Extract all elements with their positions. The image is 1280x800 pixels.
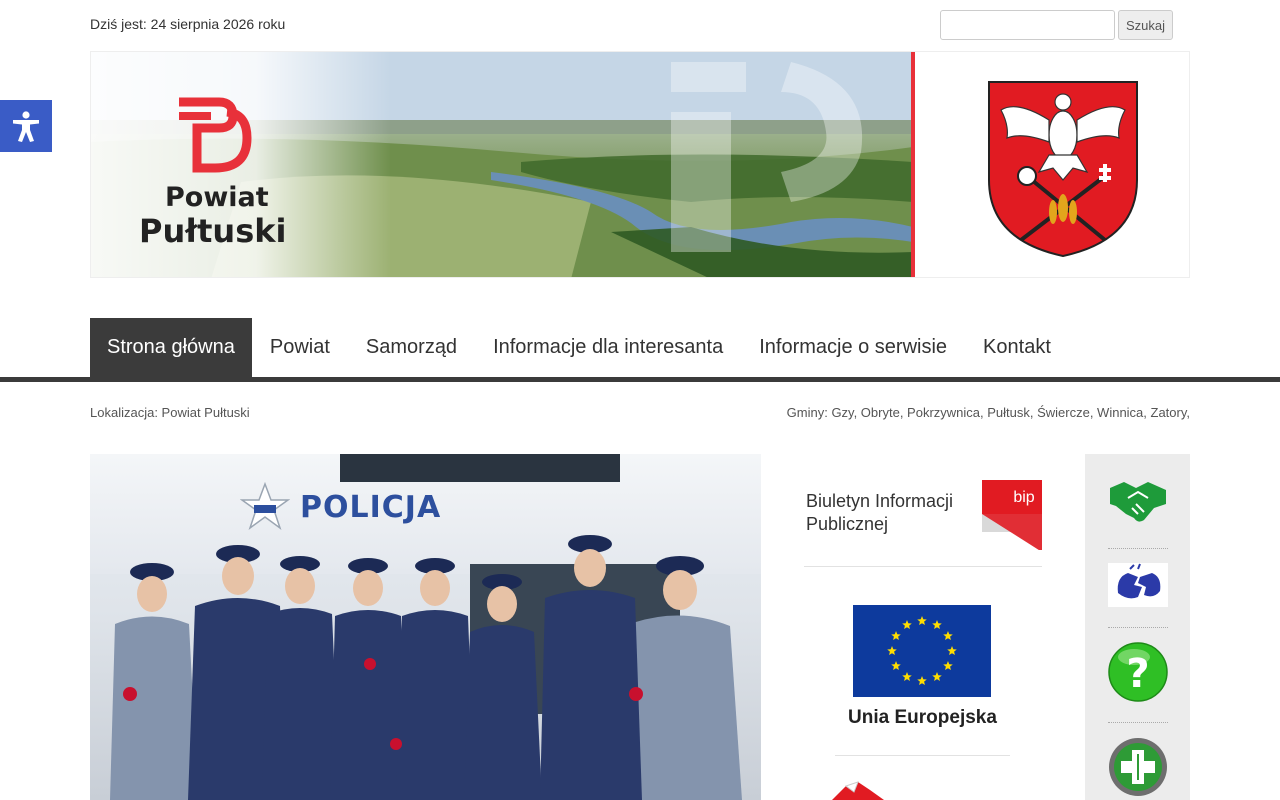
eu-star xyxy=(887,646,897,656)
nav-item-samorzad[interactable]: Samorząd xyxy=(348,318,475,377)
nav-item-strona-glowna[interactable]: Strona główna xyxy=(90,318,252,377)
bip-label: Biuletyn Informacji Publicznej xyxy=(806,490,953,535)
news-photo[interactable]: POLICJA xyxy=(90,454,761,800)
nav-item-kontakt[interactable]: Kontakt xyxy=(965,318,1069,377)
eu-star xyxy=(947,646,957,656)
bip-label-line2: Publicznej xyxy=(806,513,889,534)
powiat-logo-text: Powiat Pułtuski xyxy=(139,184,286,247)
eu-star xyxy=(891,631,901,641)
sidebar-separator xyxy=(1108,548,1168,549)
eu-flag xyxy=(853,605,991,697)
svg-text:?: ? xyxy=(1126,651,1149,697)
accessibility-person-icon xyxy=(13,111,39,142)
bip-badge-text: bip xyxy=(1013,489,1034,506)
sidebar-separator xyxy=(1108,627,1168,628)
date-text: Dziś jest: 24 sierpnia 2026 roku xyxy=(90,16,286,32)
header-banner: Powiat Pułtuski xyxy=(90,51,1190,278)
eu-star xyxy=(932,671,942,682)
sidebar-separator xyxy=(1108,722,1168,723)
link-divider-2 xyxy=(835,755,1010,756)
eu-star xyxy=(917,676,927,686)
eu-label: Unia Europejska xyxy=(848,707,997,728)
eu-link[interactable]: Unia Europejska xyxy=(835,590,1010,740)
right-sidebar: ? xyxy=(1085,454,1190,800)
eu-star xyxy=(902,671,912,682)
banner-divider xyxy=(911,52,915,277)
sign-language-icon xyxy=(1117,563,1161,599)
logo-line-pultuski: Pułtuski xyxy=(139,212,287,250)
officers-group xyxy=(110,535,742,800)
eu-star xyxy=(902,620,912,630)
breadcrumb: Lokalizacja: Powiat Pułtuski xyxy=(90,405,250,420)
eu-star xyxy=(917,616,927,626)
powiat-logo-icon xyxy=(179,97,252,173)
sign-language-button[interactable] xyxy=(1108,563,1168,607)
logo-line-powiat: Powiat xyxy=(165,182,269,213)
bip-label-line1: Biuletyn Informacji xyxy=(806,491,954,511)
nav-underline-bar xyxy=(0,377,1280,382)
eu-star xyxy=(943,661,953,671)
page: Dziś jest: 24 sierpnia 2026 roku Szukaj xyxy=(0,0,1280,800)
accessibility-button[interactable] xyxy=(0,100,52,152)
eu-star xyxy=(932,620,942,630)
partial-link-icon[interactable] xyxy=(828,778,888,800)
search-button[interactable]: Szukaj xyxy=(1118,10,1173,40)
handshake-icon[interactable] xyxy=(1108,478,1168,524)
gminy-list: Gminy: Gzy, Obryte, Pokrzywnica, Pułtusk… xyxy=(786,405,1190,420)
coat-of-arms-icon xyxy=(988,81,1138,258)
main-nav: Strona główna Powiat Samorząd Informacje… xyxy=(90,318,1069,377)
building-windows xyxy=(340,454,620,482)
question-mark-icon[interactable]: ? xyxy=(1108,641,1168,703)
nav-item-informacje-o-serwisie[interactable]: Informacje o serwisie xyxy=(741,318,965,377)
eu-star xyxy=(891,661,901,671)
nav-item-informacje-dla-interesanta[interactable]: Informacje dla interesanta xyxy=(475,318,741,377)
search-input[interactable] xyxy=(940,10,1115,40)
bip-flag-icon: bip xyxy=(982,480,1042,550)
eu-stars-icon xyxy=(887,616,957,686)
eu-star xyxy=(943,631,953,641)
nav-item-powiat[interactable]: Powiat xyxy=(252,318,348,377)
pharmacy-cross-icon[interactable] xyxy=(1108,736,1168,796)
link-divider xyxy=(804,566,1042,567)
bip-link[interactable]: Biuletyn Informacji Publicznej bip xyxy=(804,478,1044,558)
